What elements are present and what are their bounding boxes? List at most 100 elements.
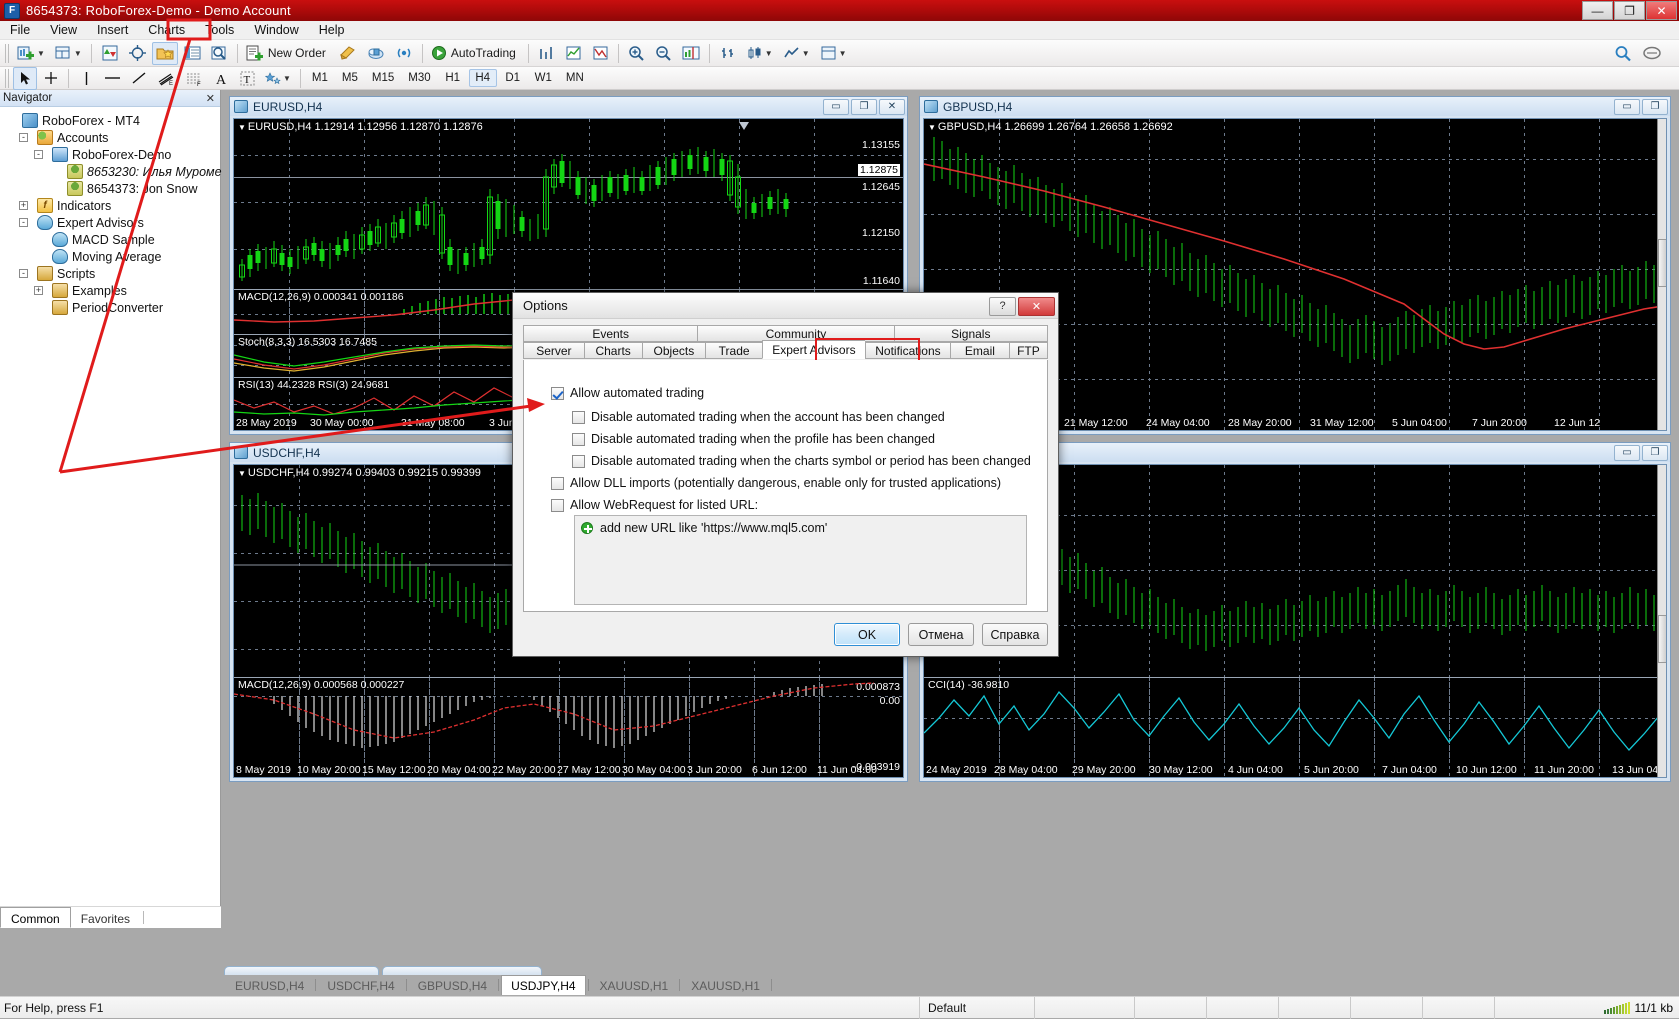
tab-email[interactable]: Email — [950, 342, 1009, 359]
tab-ftp[interactable]: FTP — [1008, 342, 1049, 359]
candlestick-chart-icon[interactable]: ▼ — [742, 42, 777, 65]
chevron-down-icon[interactable]: ▼ — [283, 74, 291, 83]
checkbox-allow-webrequest[interactable]: Allow WebRequest for listed URL: — [551, 494, 1047, 516]
custom-indicator-icon[interactable] — [588, 42, 613, 65]
connection-strength-icon[interactable] — [1603, 1001, 1630, 1014]
horizontal-line-icon[interactable] — [100, 67, 125, 90]
zoom-out-icon[interactable] — [651, 42, 676, 65]
checkbox-icon[interactable] — [572, 410, 585, 424]
ok-button[interactable]: OK — [834, 623, 900, 646]
expert-advisors-icon[interactable] — [561, 42, 586, 65]
tab-objects[interactable]: Objects — [641, 342, 706, 359]
collapse-icon[interactable]: - — [19, 269, 28, 278]
toolbar-grip[interactable] — [5, 43, 9, 63]
checkbox-disable-on-profile-change[interactable]: Disable automated trading when the profi… — [572, 428, 1047, 450]
navigator-tab-common[interactable]: Common — [0, 907, 71, 928]
chart-tab-eurusd-h4[interactable]: EURUSD,H4 — [226, 976, 313, 995]
navigator-icon[interactable] — [151, 41, 178, 65]
expand-icon[interactable]: + — [19, 201, 28, 210]
chart-vertical-scrollbar[interactable] — [1657, 465, 1666, 777]
checkbox-allow-automated-trading[interactable]: Allow automated trading — [551, 382, 1047, 404]
checkbox-icon[interactable] — [572, 454, 585, 468]
fibonacci-icon[interactable]: F — [181, 67, 207, 90]
tab-trade[interactable]: Trade — [705, 342, 763, 359]
crosshair-icon[interactable] — [39, 67, 63, 90]
shapes-icon[interactable]: ▼ — [261, 67, 295, 90]
navigator-item-8653230[interactable]: 8653230: Илья Муромец — [4, 163, 229, 180]
close-button[interactable]: ✕ — [1646, 1, 1677, 20]
period-button-m30[interactable]: M30 — [402, 69, 436, 87]
menu-item-file[interactable]: File — [0, 22, 40, 38]
navigator-item-periodconverter[interactable]: PeriodConverter — [4, 299, 220, 316]
autotrading-button[interactable]: AutoTrading — [428, 42, 523, 65]
menu-item-help[interactable]: Help — [309, 22, 355, 38]
maximize-button[interactable]: ❐ — [1614, 1, 1645, 20]
navigator-item-examples[interactable]: + Examples — [4, 282, 220, 299]
chevron-down-icon[interactable]: ▼ — [37, 49, 45, 58]
cancel-button[interactable]: Отмена — [908, 623, 974, 646]
new-chart-icon[interactable]: ▼ — [13, 42, 49, 65]
tab-notifications[interactable]: Notifications — [864, 342, 951, 359]
chart-vertical-scrollbar[interactable] — [1657, 119, 1666, 430]
collapse-icon[interactable]: - — [19, 218, 28, 227]
new-order-button[interactable]: New Order — [243, 42, 333, 65]
period-button-h4[interactable]: H4 — [468, 69, 497, 87]
add-icon[interactable] — [581, 522, 593, 534]
collapse-icon[interactable]: - — [34, 150, 43, 159]
collapse-icon[interactable]: - — [19, 133, 28, 142]
menu-item-charts[interactable]: Charts — [138, 22, 195, 38]
search-icon[interactable] — [1610, 42, 1636, 65]
tab-handle-left[interactable] — [224, 966, 379, 975]
navigator-item-scripts[interactable]: - Scripts — [4, 265, 220, 282]
chart-minimize-button[interactable]: ▭ — [823, 98, 849, 115]
navigator-item-8654373-jon-snow[interactable]: 8654373: Jon Snow — [4, 180, 220, 197]
tab-signals[interactable]: Signals — [893, 325, 1048, 342]
navigator-tab-favorites[interactable]: Favorites — [71, 907, 140, 928]
navigator-item-roboforex-demo[interactable]: - RoboForex-Demo — [4, 146, 220, 163]
navigator-item-macd-sample[interactable]: MACD Sample — [4, 231, 220, 248]
crosshair-icon[interactable] — [125, 42, 150, 65]
chevron-down-icon[interactable]: ▼ — [74, 49, 82, 58]
collapse-triangle-icon[interactable]: ▼ — [928, 123, 936, 132]
cursor-icon[interactable] — [13, 66, 37, 90]
period-button-h1[interactable]: H1 — [439, 69, 467, 87]
collapse-triangle-icon[interactable]: ▼ — [238, 469, 246, 478]
chart-shift-icon[interactable] — [678, 42, 704, 65]
chart-minimize-button[interactable]: ▭ — [1614, 98, 1640, 115]
strategy-tester-icon[interactable] — [207, 42, 232, 65]
metaeditor-icon[interactable] — [335, 42, 361, 65]
bar-chart-icon[interactable] — [715, 42, 740, 65]
text-label-icon[interactable]: T — [235, 67, 259, 90]
period-button-mn[interactable]: MN — [560, 69, 590, 87]
add-url-row[interactable]: add new URL like 'https://www.mql5.com' — [575, 516, 1026, 536]
navigator-item-expert-advisors[interactable]: - Expert Advisors — [4, 214, 220, 231]
period-button-m1[interactable]: M1 — [306, 69, 334, 87]
tab-expert-advisors[interactable]: Expert Advisors — [762, 340, 865, 359]
chart-tab-usdjpy-h4[interactable]: USDJPY,H4 — [501, 975, 586, 995]
chevron-down-icon[interactable]: ▼ — [839, 49, 847, 58]
webrequest-url-list[interactable]: add new URL like 'https://www.mql5.com' — [574, 515, 1027, 605]
menu-item-tools[interactable]: Tools — [195, 22, 244, 38]
period-button-m5[interactable]: M5 — [336, 69, 364, 87]
profiles-icon[interactable]: ▼ — [51, 42, 86, 65]
menu-item-insert[interactable]: Insert — [87, 22, 138, 38]
zoom-in-icon[interactable] — [624, 42, 649, 65]
chevron-down-icon[interactable]: ▼ — [765, 49, 773, 58]
toolbar-grip[interactable] — [5, 68, 9, 88]
mql5-community-icon[interactable] — [363, 42, 389, 65]
help-button[interactable]: Справка — [982, 623, 1048, 646]
tab-server[interactable]: Server — [523, 342, 584, 359]
navigator-item-accounts[interactable]: - Accounts — [4, 129, 220, 146]
chart-tab-xauusd-h1[interactable]: XAUUSD,H1 — [591, 976, 678, 995]
checkbox-icon[interactable] — [551, 498, 564, 512]
period-button-w1[interactable]: W1 — [529, 69, 558, 87]
market-watch-icon[interactable] — [97, 42, 123, 65]
chart-maximize-button[interactable]: ❐ — [1642, 98, 1668, 115]
tab-events[interactable]: Events — [523, 325, 698, 342]
chart-close-button[interactable]: ✕ — [879, 98, 905, 115]
chart-tab-gbpusd-h4[interactable]: GBPUSD,H4 — [409, 976, 496, 995]
navigator-item-moving-average[interactable]: Moving Average — [4, 248, 220, 265]
minimize-button[interactable]: — — [1582, 1, 1613, 20]
period-button-d1[interactable]: D1 — [499, 69, 527, 87]
navigator-item-roboforex-mt4[interactable]: RoboForex - MT4 — [4, 112, 220, 129]
